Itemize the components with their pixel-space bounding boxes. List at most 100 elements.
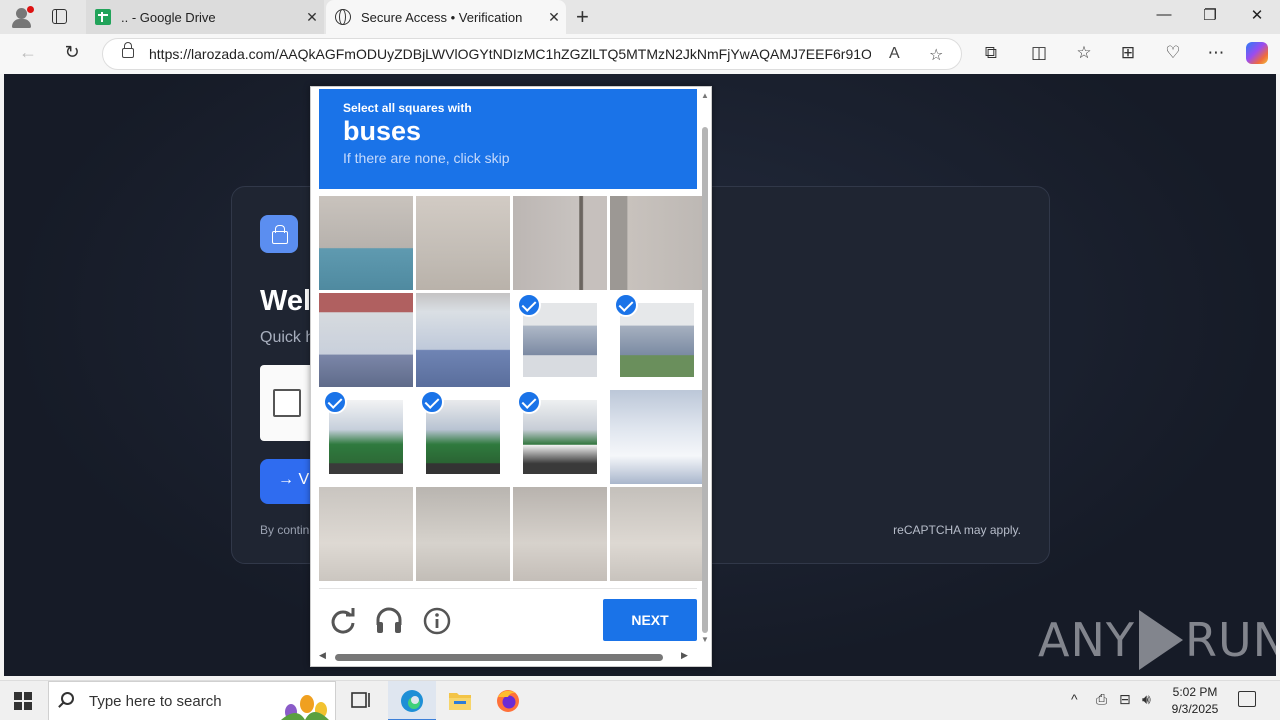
challenge-instruction: Select all squares with [343, 101, 472, 115]
address-bar[interactable]: https://larozada.com/AAQkAGFmODUyZDBjLWV… [102, 38, 962, 70]
read-aloud-icon[interactable]: A [889, 45, 900, 63]
minimize-button[interactable]: — [1141, 6, 1187, 23]
scroll-down-icon: ▼ [701, 635, 709, 644]
captcha-tile[interactable] [416, 390, 510, 484]
page-subtitle: Quick h [260, 329, 315, 346]
vertical-scrollbar[interactable]: ▲ ▼ [699, 91, 711, 647]
tile-selected-check-icon [420, 390, 444, 414]
tab-title: Secure Access • Verification [361, 9, 523, 25]
browser-essentials-icon[interactable]: ♡ [1161, 43, 1185, 63]
tab-strip: .. - Google Drive ✕ Secure Access • Veri… [0, 0, 1280, 34]
captcha-tile[interactable] [610, 196, 704, 290]
show-hidden-icons-icon[interactable]: ^ [1071, 691, 1078, 707]
anyrun-watermark: ANY RUN [1038, 610, 1276, 670]
scroll-up-icon: ▲ [701, 91, 709, 100]
captcha-tile[interactable] [513, 487, 607, 581]
tile-selected-check-icon [517, 390, 541, 414]
task-view-icon[interactable] [336, 681, 384, 720]
recaptcha-challenge: Select all squares with buses If there a… [310, 86, 712, 667]
lock-icon[interactable] [122, 42, 134, 58]
audio-challenge-icon[interactable] [373, 605, 405, 637]
back-icon[interactable]: ← [16, 42, 40, 63]
next-button[interactable]: NEXT [603, 599, 697, 641]
file-explorer-icon[interactable] [436, 681, 484, 720]
more-menu-icon[interactable]: ⋯ [1204, 43, 1228, 63]
restore-button[interactable]: ❐ [1187, 6, 1233, 24]
url-text[interactable]: https://larozada.com/AAQkAGFmODUyZDBjLWV… [149, 46, 871, 62]
profile-avatar-icon[interactable] [10, 6, 34, 30]
refresh-icon[interactable]: ↻ [60, 42, 84, 63]
captcha-tile[interactable] [610, 293, 704, 387]
windows-taskbar: Type here to search ^ ⎙ ⊟ 🔊︎ 5:02 PM 9/3… [0, 680, 1280, 720]
network-icon[interactable]: ⊟ [1119, 691, 1131, 708]
captcha-tile-image [513, 487, 607, 581]
tab-secure-access[interactable]: Secure Access • Verification ✕ [326, 0, 566, 34]
scroll-right-icon: ▶ [681, 650, 688, 660]
google-sheets-icon [95, 9, 111, 25]
clock-time: 5:02 PM [1172, 685, 1218, 699]
captcha-tile[interactable] [319, 196, 413, 290]
scroll-left-icon: ◀ [319, 650, 326, 660]
taskbar-search[interactable]: Type here to search [48, 681, 336, 720]
captcha-tile[interactable] [319, 487, 413, 581]
recaptcha-notice: reCAPTCHA may apply. [893, 523, 1021, 537]
recaptcha-checkbox[interactable] [273, 389, 301, 417]
extensions-icon[interactable]: ⧉ [979, 43, 1003, 63]
captcha-tile[interactable] [610, 487, 704, 581]
new-tab-icon[interactable]: + [576, 4, 589, 30]
lock-badge-icon [260, 215, 298, 253]
captcha-tile-image [513, 196, 607, 290]
search-highlight-flowers-icon [281, 695, 329, 720]
edge-browser-icon[interactable] [388, 681, 436, 720]
captcha-tile-image [416, 293, 510, 387]
captcha-tile[interactable] [416, 293, 510, 387]
captcha-tile-image [416, 487, 510, 581]
captcha-tile-image [319, 293, 413, 387]
tab-title: .. - Google Drive [121, 9, 216, 25]
tab-google-drive[interactable]: .. - Google Drive ✕ [86, 0, 324, 34]
tile-selected-check-icon [614, 293, 638, 317]
image-grid [319, 196, 704, 582]
challenge-header: Select all squares with buses If there a… [319, 89, 697, 189]
favorites-icon[interactable]: ☆ [1072, 43, 1096, 63]
browser-toolbar: ← ↻ https://larozada.com/AAQkAGFmODUyZDB… [0, 34, 1280, 74]
close-tab-icon[interactable]: ✕ [300, 9, 324, 26]
system-clock[interactable]: 5:02 PM 9/3/2025 [1163, 684, 1227, 718]
clock-date: 9/3/2025 [1171, 702, 1219, 716]
volume-icon[interactable]: 🔊︎ [1142, 691, 1151, 708]
captcha-tile[interactable] [513, 390, 607, 484]
horizontal-scrollbar[interactable]: ◀ ▶ [315, 650, 699, 663]
captcha-tile-image [610, 390, 704, 484]
play-logo-icon [1138, 610, 1183, 670]
reload-icon[interactable] [327, 605, 359, 637]
info-icon[interactable] [421, 605, 453, 637]
split-screen-icon[interactable]: ◫ [1027, 43, 1051, 63]
captcha-tile[interactable] [513, 196, 607, 290]
tile-selected-check-icon [323, 390, 347, 414]
captcha-tile-image [416, 196, 510, 290]
close-window-button[interactable]: ✕ [1234, 6, 1280, 24]
firefox-icon[interactable] [484, 681, 532, 720]
meet-now-icon[interactable]: ⎙ [1096, 691, 1107, 708]
captcha-tile[interactable] [319, 390, 413, 484]
captcha-tile-image [610, 196, 704, 290]
page-title: Wel [260, 285, 312, 317]
challenge-object: buses [343, 116, 422, 146]
windows-start-icon[interactable] [14, 692, 32, 710]
captcha-tile-image [319, 196, 413, 290]
captcha-tile-image [610, 487, 704, 581]
collections-icon[interactable]: ⊞ [1116, 43, 1140, 63]
favorite-star-icon[interactable]: ☆ [929, 45, 943, 65]
challenge-hint: If there are none, click skip [343, 150, 510, 166]
notifications-icon[interactable] [1238, 691, 1256, 707]
captcha-tile[interactable] [513, 293, 607, 387]
captcha-tile[interactable] [319, 293, 413, 387]
copilot-icon[interactable] [1246, 42, 1268, 64]
captcha-tile[interactable] [610, 390, 704, 484]
captcha-tile[interactable] [416, 196, 510, 290]
terms-text: By contin [260, 523, 310, 537]
search-placeholder: Type here to search [89, 693, 222, 710]
tab-actions-icon[interactable] [52, 9, 67, 24]
captcha-tile[interactable] [416, 487, 510, 581]
close-tab-icon[interactable]: ✕ [542, 9, 566, 26]
